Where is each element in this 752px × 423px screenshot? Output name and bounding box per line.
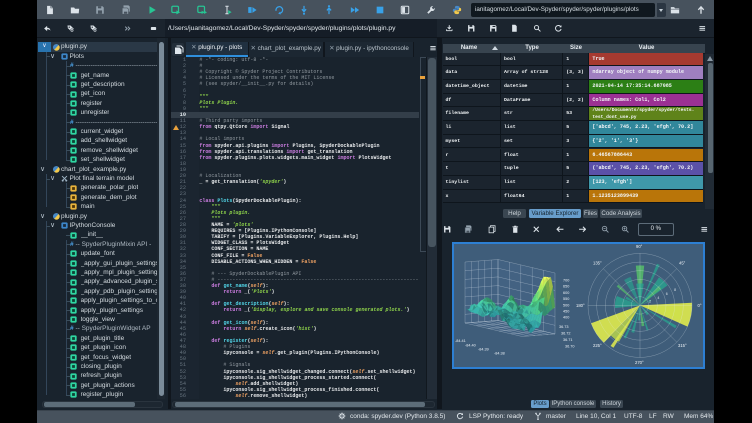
svg-text:-84.41: -84.41 (455, 339, 466, 343)
svg-text:-84.38: -84.38 (494, 352, 505, 356)
svg-text:36.72: 36.72 (561, 332, 571, 336)
svg-text:36.71: 36.71 (563, 338, 573, 342)
svg-text:2: 2 (649, 300, 651, 304)
svg-text:-84.39: -84.39 (478, 348, 489, 352)
svg-text:36.70: 36.70 (565, 345, 575, 349)
svg-text:270°: 270° (635, 360, 644, 365)
svg-text:550: 550 (563, 297, 569, 301)
svg-text:90°: 90° (636, 244, 643, 249)
svg-text:180°: 180° (576, 303, 585, 308)
svg-text:8: 8 (674, 288, 676, 292)
svg-text:4: 4 (657, 296, 659, 300)
svg-text:650: 650 (563, 285, 569, 289)
svg-text:225°: 225° (593, 343, 602, 348)
svg-text:-84.40: -84.40 (465, 344, 476, 348)
svg-text:45°: 45° (679, 261, 686, 266)
svg-text:135°: 135° (593, 261, 602, 266)
svg-text:400: 400 (563, 316, 569, 320)
svg-text:36.73: 36.73 (559, 325, 569, 329)
svg-text:700: 700 (563, 279, 569, 283)
svg-text:0°: 0° (697, 303, 701, 308)
svg-text:315°: 315° (678, 343, 687, 348)
svg-text:6: 6 (665, 292, 667, 296)
svg-text:500: 500 (563, 303, 569, 307)
svg-text:450: 450 (563, 310, 569, 314)
svg-text:600: 600 (563, 291, 569, 295)
